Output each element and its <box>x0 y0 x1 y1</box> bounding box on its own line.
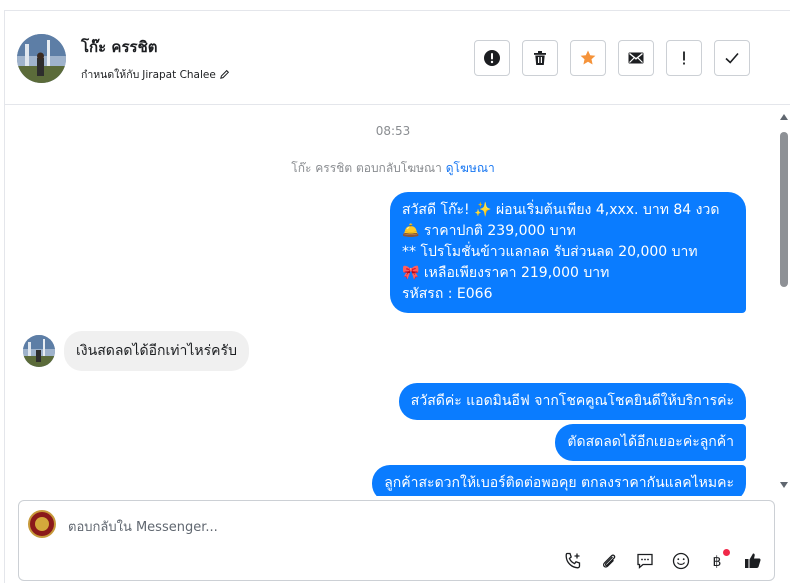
promo-line-1: สวัสดี โก๊ะ! ✨ ผ่อนเริ่มต้นเพียง 4,xxx. … <box>402 202 720 218</box>
exclamation-icon <box>683 51 685 65</box>
contact-avatar-small <box>23 335 55 367</box>
baht-icon[interactable]: ฿ <box>706 549 730 572</box>
outgoing-message-contact[interactable]: ลูกค้าสะดวกให้เบอร์ติดต่อพอคุย ตกลงราคาก… <box>372 465 746 496</box>
follow-up-button[interactable] <box>666 40 702 76</box>
svg-text:฿: ฿ <box>713 554 722 570</box>
scroll-thumb[interactable] <box>780 132 788 287</box>
incoming-message[interactable]: เงินสดลดได้อีกเท่าไหร่ครับ <box>64 331 249 371</box>
delete-button[interactable] <box>522 40 558 76</box>
reply-input[interactable]: ตอบกลับใน Messenger... <box>68 516 218 537</box>
chat-bubble-icon[interactable] <box>634 550 656 572</box>
promo-line-4: 🎀 เหลือเพียงราคา 219,000 บาท <box>402 265 610 281</box>
spam-button[interactable] <box>474 40 510 76</box>
outgoing-message-discount[interactable]: ตัดสดลดได้อีกเยอะค่ะลูกค้า <box>555 424 746 461</box>
mark-unread-button[interactable] <box>618 40 654 76</box>
ad-reply-text: โก๊ะ ครรชิต ตอบกลับโฆษณา <box>291 161 442 175</box>
contact-avatar[interactable] <box>17 34 66 83</box>
scroll-down-arrow[interactable] <box>780 482 788 488</box>
assignment-line[interactable]: กำหนดให้กับ Jirapat Chalee <box>81 66 230 83</box>
outgoing-message-promo[interactable]: สวัสดี โก๊ะ! ✨ ผ่อนเริ่มต้นเพียง 4,xxx. … <box>390 192 746 313</box>
thread-scrollbar[interactable] <box>780 114 788 488</box>
star-button[interactable] <box>570 40 606 76</box>
mark-done-button[interactable] <box>714 40 750 76</box>
alert-circle-icon <box>484 50 500 66</box>
composer-actions: ฿ <box>562 549 764 572</box>
star-icon <box>580 50 596 65</box>
outgoing-message-greeting[interactable]: สวัสดีค่ะ แอดมินอีฟ จากโชคคูณโชคยินดีให้… <box>398 383 746 420</box>
page-avatar <box>28 510 56 538</box>
promo-line-5: รหัสรถ : E066 <box>402 286 493 302</box>
reply-composer[interactable]: ตอบกลับใน Messenger... ฿ <box>18 500 775 581</box>
phone-plus-icon[interactable] <box>562 550 584 572</box>
promo-line-3: ** โปรโมชั่นข้าวแลกลด รับส่วนลด 20,000 บ… <box>402 244 698 260</box>
thumbs-up-icon[interactable] <box>742 550 764 572</box>
pencil-icon[interactable] <box>219 69 230 80</box>
emoji-icon[interactable] <box>670 550 692 572</box>
ad-reply-note: โก๊ะ ครรชิต ตอบกลับโฆษณา ดูโฆษณา <box>5 159 781 178</box>
incoming-message-row: เงินสดลดได้อีกเท่าไหร่ครับ <box>23 331 249 371</box>
conversation-panel: โก๊ะ ครรชิต กำหนดให้กับ Jirapat Chalee 0… <box>4 10 790 583</box>
assignee-name: Jirapat Chalee <box>142 68 216 81</box>
envelope-icon <box>628 52 644 64</box>
assign-prefix: กำหนดให้กับ <box>81 69 140 81</box>
conversation-toolbar <box>474 40 750 76</box>
conversation-header: โก๊ะ ครรชิต กำหนดให้กับ Jirapat Chalee <box>5 11 790 105</box>
message-timestamp: 08:53 <box>375 124 411 138</box>
notification-dot <box>723 549 730 556</box>
promo-line-2: 🛎️ ราคาปกติ 239,000 บาท <box>402 223 576 239</box>
view-ad-link[interactable]: ดูโฆษณา <box>446 161 495 175</box>
message-thread: 08:53 โก๊ะ ครรชิต ตอบกลับโฆษณา ดูโฆษณา ส… <box>5 106 790 496</box>
trash-icon <box>534 51 546 65</box>
check-icon <box>725 52 739 64</box>
paperclip-icon[interactable] <box>598 550 620 572</box>
scroll-up-arrow[interactable] <box>780 114 788 120</box>
contact-name: โก๊ะ ครรชิต <box>81 38 158 56</box>
